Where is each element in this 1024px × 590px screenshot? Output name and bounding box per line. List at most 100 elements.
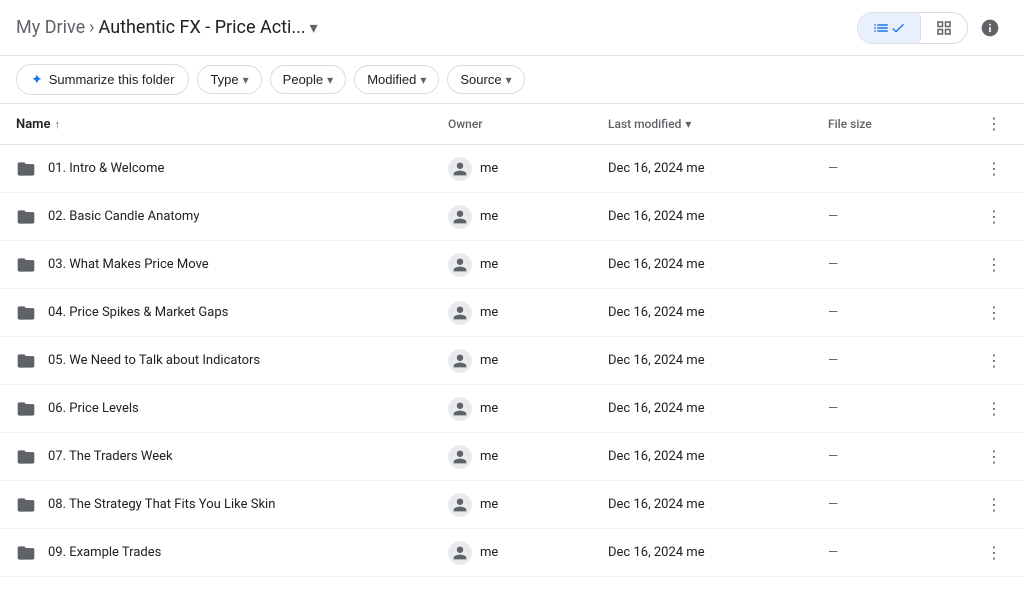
row-actions: ⋮ [968, 203, 1008, 231]
table-row[interactable]: 03. What Makes Price Move me Dec 16, 202… [0, 241, 1024, 289]
file-name: 08. The Strategy That Fits You Like Skin [48, 497, 275, 512]
owner-cell: me [448, 493, 608, 517]
name-cell: 09. Example Trades [16, 543, 448, 563]
modified-cell: Dec 16, 2024 me [608, 209, 828, 224]
folder-icon [16, 543, 36, 563]
people-filter-button[interactable]: People ▾ [270, 65, 347, 94]
row-more-button[interactable]: ⋮ [980, 491, 1008, 519]
size-cell: — [828, 401, 968, 416]
summarize-button[interactable]: ✦ Summarize this folder [16, 64, 189, 95]
row-actions: ⋮ [968, 539, 1008, 567]
source-filter-button[interactable]: Source ▾ [447, 65, 524, 94]
avatar [448, 157, 472, 181]
avatar [448, 253, 472, 277]
table-row[interactable]: 05. We Need to Talk about Indicators me … [0, 337, 1024, 385]
owner-column-header: Owner [448, 117, 608, 131]
table-row[interactable]: 01. Intro & Welcome me Dec 16, 2024 me —… [0, 145, 1024, 193]
header-actions [857, 10, 1008, 46]
size-cell: — [828, 449, 968, 464]
toolbar: ✦ Summarize this folder Type ▾ People ▾ … [0, 56, 1024, 104]
name-cell: 01. Intro & Welcome [16, 159, 448, 179]
owner-cell: me [448, 349, 608, 373]
size-cell: — [828, 161, 968, 176]
name-column-header[interactable]: Name ↑ [16, 117, 448, 132]
table-row[interactable]: 04. Price Spikes & Market Gaps me Dec 16… [0, 289, 1024, 337]
row-actions: ⋮ [968, 395, 1008, 423]
table-row[interactable]: 02. Basic Candle Anatomy me Dec 16, 2024… [0, 193, 1024, 241]
info-button[interactable] [972, 10, 1008, 46]
row-more-button[interactable]: ⋮ [980, 203, 1008, 231]
breadcrumb-current[interactable]: Authentic FX - Price Acti... ▾ [99, 17, 318, 38]
name-cell: 03. What Makes Price Move [16, 255, 448, 275]
row-more-button[interactable]: ⋮ [980, 395, 1008, 423]
person-icon [452, 401, 468, 417]
owner-cell: me [448, 445, 608, 469]
modified-cell: Dec 16, 2024 me [608, 257, 828, 272]
checkmark-icon [890, 20, 906, 36]
folder-icon [16, 207, 36, 227]
row-more-button[interactable]: ⋮ [980, 443, 1008, 471]
name-cell: 02. Basic Candle Anatomy [16, 207, 448, 227]
table-row[interactable]: 09. Example Trades me Dec 16, 2024 me — … [0, 529, 1024, 577]
row-more-button[interactable]: ⋮ [980, 155, 1008, 183]
size-cell: — [828, 257, 968, 272]
table-row[interactable]: 10. What To Do Now me Dec 16, 2024 me — … [0, 577, 1024, 582]
row-more-button[interactable]: ⋮ [980, 347, 1008, 375]
owner-cell: me [448, 541, 608, 565]
folder-icon [16, 399, 36, 419]
modified-cell: Dec 16, 2024 me [608, 545, 828, 560]
row-actions: ⋮ [968, 443, 1008, 471]
row-more-button[interactable]: ⋮ [980, 539, 1008, 567]
modified-filter-button[interactable]: Modified ▾ [354, 65, 439, 94]
folder-icon [16, 447, 36, 467]
table-more-button[interactable]: ⋮ [980, 110, 1008, 138]
table-row[interactable]: 06. Price Levels me Dec 16, 2024 me — ⋮ [0, 385, 1024, 433]
file-table: Name ↑ Owner Last modified ▾ File size ⋮… [0, 104, 1024, 582]
file-name: 04. Price Spikes & Market Gaps [48, 305, 228, 320]
avatar [448, 205, 472, 229]
avatar [448, 493, 472, 517]
breadcrumb-separator: › [89, 17, 94, 38]
table-row[interactable]: 08. The Strategy That Fits You Like Skin… [0, 481, 1024, 529]
header: My Drive › Authentic FX - Price Acti... … [0, 0, 1024, 56]
modified-cell: Dec 16, 2024 me [608, 497, 828, 512]
modified-column-header[interactable]: Last modified ▾ [608, 117, 828, 131]
grid-icon [935, 19, 953, 37]
person-icon [452, 353, 468, 369]
owner-cell: me [448, 157, 608, 181]
folder-icon [16, 303, 36, 323]
modified-cell: Dec 16, 2024 me [608, 449, 828, 464]
row-more-button[interactable]: ⋮ [980, 251, 1008, 279]
person-icon [452, 449, 468, 465]
avatar [448, 301, 472, 325]
folder-icon [16, 351, 36, 371]
person-icon [452, 257, 468, 273]
list-icon [872, 19, 890, 37]
folder-icon [16, 255, 36, 275]
star-icon: ✦ [31, 71, 43, 88]
person-icon [452, 545, 468, 561]
name-cell: 07. The Traders Week [16, 447, 448, 467]
name-cell: 04. Price Spikes & Market Gaps [16, 303, 448, 323]
breadcrumb-root[interactable]: My Drive [16, 17, 85, 38]
modified-sort-icon: ▾ [685, 117, 691, 131]
type-filter-button[interactable]: Type ▾ [197, 65, 261, 94]
size-cell: — [828, 209, 968, 224]
row-more-button[interactable]: ⋮ [980, 299, 1008, 327]
size-cell: — [828, 353, 968, 368]
owner-cell: me [448, 397, 608, 421]
owner-cell: me [448, 205, 608, 229]
view-toggle [857, 12, 968, 44]
table-header: Name ↑ Owner Last modified ▾ File size ⋮ [0, 104, 1024, 145]
sort-arrow: ↑ [54, 118, 60, 131]
avatar [448, 397, 472, 421]
size-cell: — [828, 497, 968, 512]
list-view-button[interactable] [858, 13, 920, 43]
size-cell: — [828, 305, 968, 320]
name-cell: 08. The Strategy That Fits You Like Skin [16, 495, 448, 515]
grid-view-button[interactable] [921, 13, 967, 43]
person-icon [452, 497, 468, 513]
row-actions: ⋮ [968, 299, 1008, 327]
table-row[interactable]: 07. The Traders Week me Dec 16, 2024 me … [0, 433, 1024, 481]
avatar [448, 541, 472, 565]
